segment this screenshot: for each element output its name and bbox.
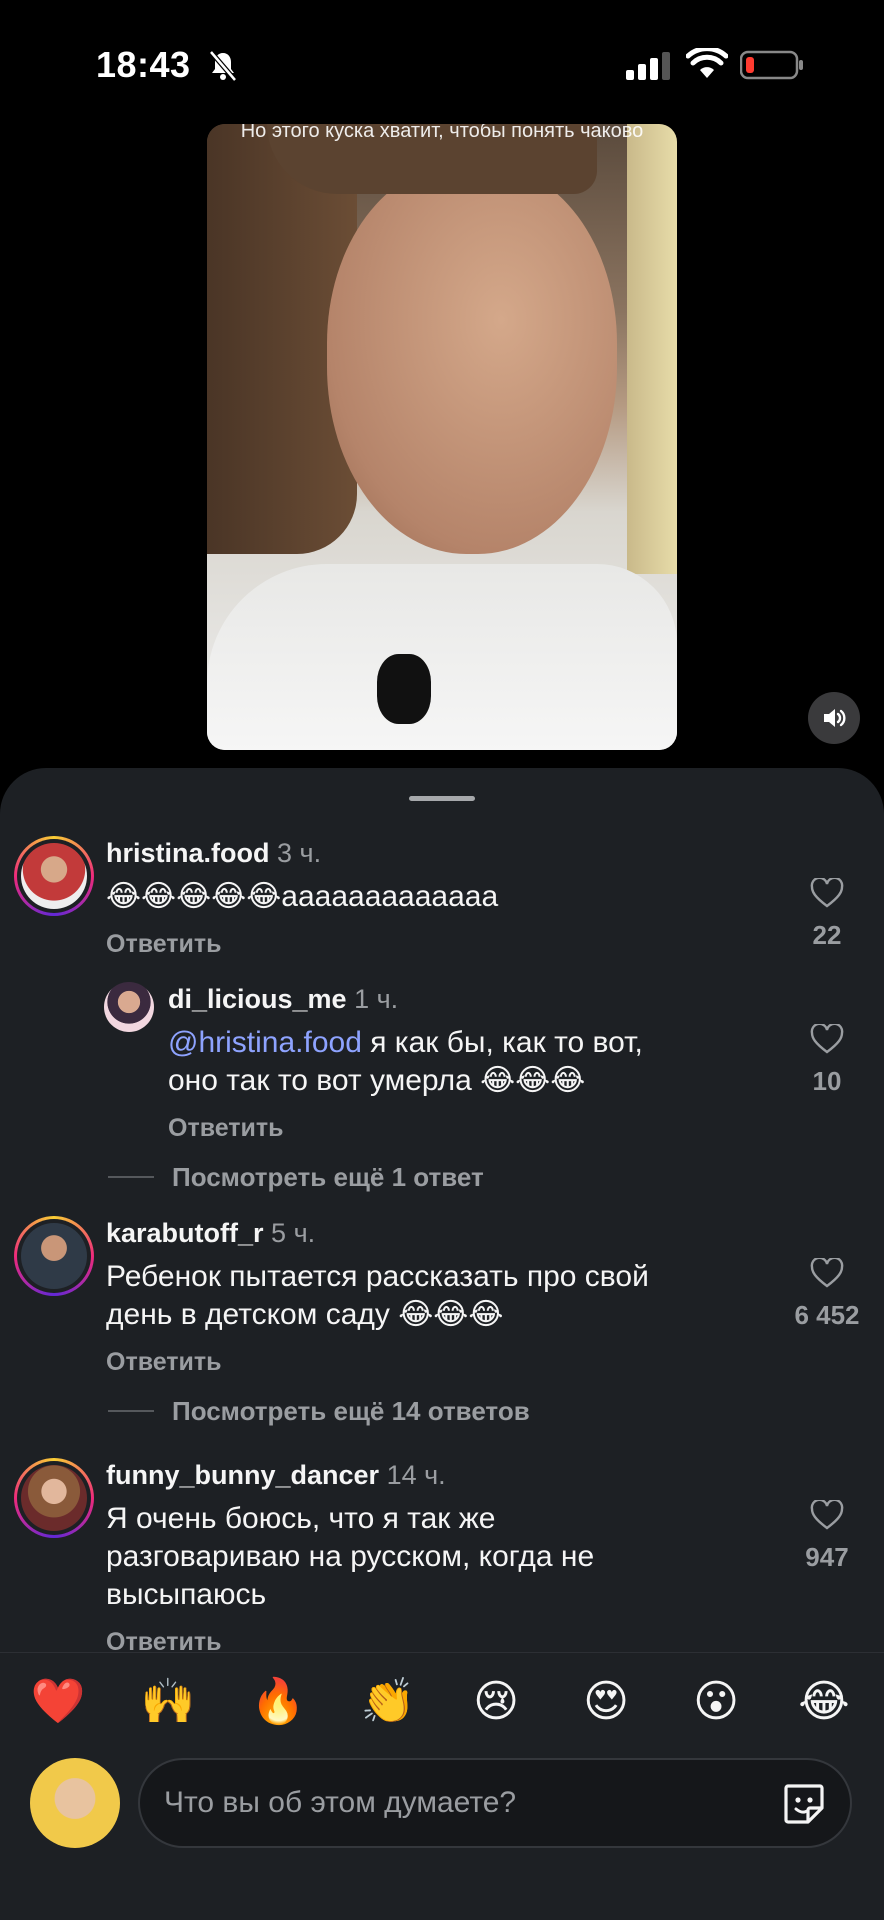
sound-toggle-button[interactable] — [808, 692, 860, 744]
heart-icon — [810, 878, 844, 908]
comment-header: funny_bunny_dancer 14 ч. — [106, 1460, 446, 1491]
comment-username[interactable]: karabutoff_r — [106, 1218, 264, 1248]
reply-button[interactable]: Ответить — [106, 1348, 222, 1377]
emoji-clap[interactable]: 👏 — [358, 1675, 418, 1729]
wifi-icon — [686, 48, 728, 78]
emoji-heart-eyes[interactable]: 😍 — [576, 1675, 636, 1729]
avatar[interactable] — [14, 1458, 94, 1538]
reply-button[interactable]: Ответить — [168, 1114, 284, 1143]
comments-list[interactable]: hristina.food 3 ч. 😂😂😂😂😂ааааааааааааа От… — [0, 828, 884, 1652]
emoji-laugh[interactable]: 😂 — [794, 1675, 854, 1729]
comment-time: 1 ч. — [354, 984, 399, 1014]
comment-input-placeholder: Что вы об этом думаете? — [164, 1786, 517, 1819]
heart-icon — [810, 1258, 844, 1288]
battery-low-icon — [740, 50, 803, 80]
speaker-icon — [824, 709, 846, 727]
comment-time: 3 ч. — [277, 838, 322, 868]
avatar[interactable] — [104, 982, 154, 1032]
comment-text: @hristina.food я как бы, как то вот, оно… — [168, 1024, 643, 1100]
sheet-drag-handle[interactable] — [409, 796, 475, 801]
video-background — [627, 124, 677, 574]
like-count: 6 452 — [794, 1300, 860, 1330]
comment-text-line: день в детском саду 😂😂😂 — [106, 1298, 504, 1331]
comments-sheet: hristina.food 3 ч. 😂😂😂😂😂ааааааааааааа От… — [0, 768, 884, 1920]
emoji-heart[interactable]: ❤️ — [28, 1675, 88, 1729]
mention-link[interactable]: @hristina.food — [168, 1026, 362, 1059]
like-count: 947 — [805, 1542, 849, 1572]
comment-username[interactable]: funny_bunny_dancer — [106, 1460, 379, 1490]
comment-text-line: оно так то вот умерла 😂😂😂 — [168, 1064, 586, 1097]
emoji-cry[interactable]: 😢 — [466, 1675, 526, 1729]
comment-time: 5 ч. — [271, 1218, 316, 1248]
more-replies-line — [108, 1410, 154, 1412]
status-bar: 18:43 — [0, 0, 884, 130]
comment-text: 😂😂😂😂😂ааааааааааааа — [106, 880, 499, 913]
lavalier-microphone — [377, 654, 431, 724]
video-subject-face — [327, 164, 617, 554]
reply-button[interactable]: Ответить — [106, 1628, 222, 1652]
comment-username[interactable]: hristina.food — [106, 838, 270, 868]
emoji-surprised[interactable]: 😮 — [686, 1675, 746, 1729]
emoji-fire[interactable]: 🔥 — [248, 1675, 308, 1729]
video-subject-shirt — [207, 564, 677, 750]
avatar[interactable] — [14, 1216, 94, 1296]
like-button[interactable]: 947 — [782, 1500, 872, 1573]
comment-text: Я очень боюсь, что я так же разговариваю… — [106, 1500, 594, 1614]
comment-username[interactable]: di_licious_me — [168, 984, 347, 1014]
comment-time: 14 ч. — [386, 1460, 446, 1490]
comment-text-line: Я очень боюсь, что я так же — [106, 1502, 496, 1535]
reply-button[interactable]: Ответить — [106, 930, 222, 959]
emoji-reaction-bar: ❤️ 🙌 🔥 👏 😢 😍 😮 😂 — [0, 1652, 884, 1752]
view-more-replies[interactable]: Посмотреть ещё 1 ответ — [172, 1162, 484, 1193]
like-button[interactable]: 22 — [782, 878, 872, 951]
signal-icon — [626, 52, 670, 80]
sticker-icon[interactable] — [780, 1780, 828, 1828]
comment-header: di_licious_me 1 ч. — [168, 984, 398, 1015]
bell-slash-icon — [209, 50, 237, 82]
comment-header: hristina.food 3 ч. — [106, 838, 321, 869]
video-player[interactable]: Но этого куска хватит, чтобы понять чако… — [207, 124, 677, 750]
comment-text-line: я как бы, как то вот, — [361, 1026, 643, 1059]
comment-text-line: разговариваю на русском, когда не — [106, 1540, 595, 1573]
like-button[interactable]: 10 — [782, 1024, 872, 1097]
comment-text: Ребенок пытается рассказать про свой ден… — [106, 1258, 649, 1334]
heart-icon — [810, 1024, 844, 1054]
my-avatar[interactable] — [30, 1758, 120, 1848]
comment-input[interactable]: Что вы об этом думаете? — [138, 1758, 852, 1848]
status-time: 18:43 — [96, 44, 191, 85]
comment-text-line: высыпаюсь — [106, 1578, 267, 1611]
comment-header: karabutoff_r 5 ч. — [106, 1218, 315, 1249]
view-more-replies[interactable]: Посмотреть ещё 14 ответов — [172, 1396, 530, 1427]
comment-text-line: Ребенок пытается рассказать про свой — [106, 1260, 649, 1293]
heart-icon — [810, 1500, 844, 1530]
like-count: 22 — [812, 920, 842, 950]
like-count: 10 — [812, 1066, 842, 1096]
more-replies-line — [108, 1176, 154, 1178]
like-button[interactable]: 6 452 — [782, 1258, 872, 1331]
emoji-raised-hands[interactable]: 🙌 — [138, 1675, 198, 1729]
avatar[interactable] — [14, 836, 94, 916]
video-caption: Но этого куска хватит, чтобы понять чако… — [240, 124, 644, 142]
